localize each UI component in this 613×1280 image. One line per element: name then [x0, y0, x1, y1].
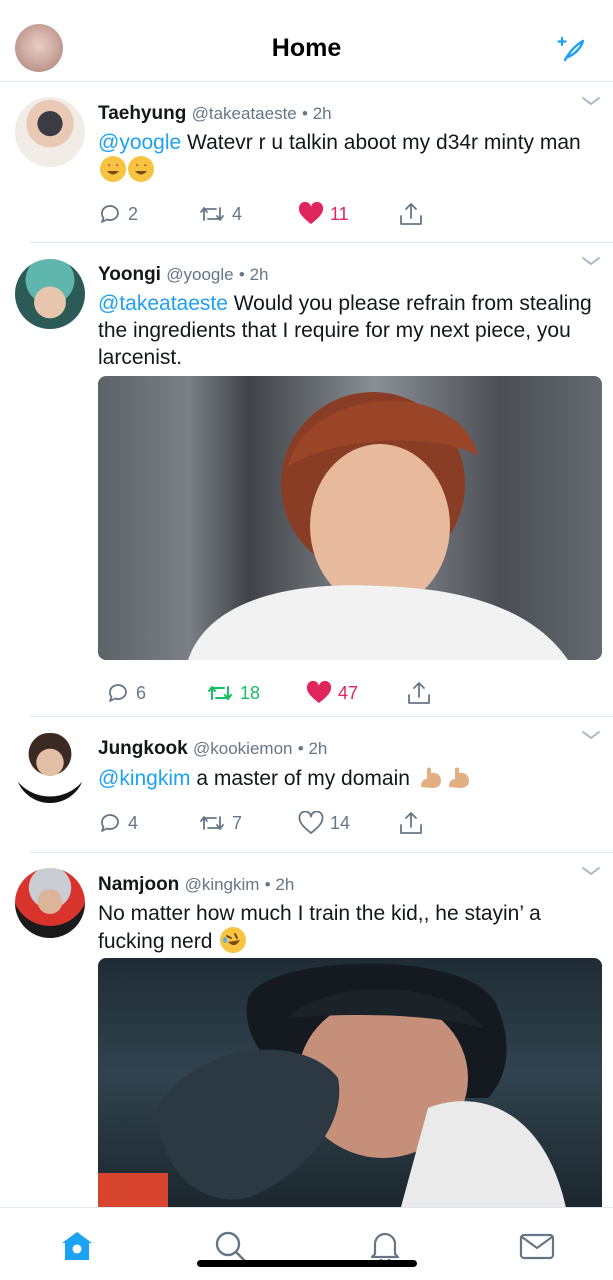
username: @kookiemon [193, 739, 293, 758]
reply-count: 4 [128, 812, 139, 833]
tweet-text: @takeataeste Would you please refrain fr… [98, 290, 598, 371]
username: @takeataeste [191, 104, 297, 123]
timestamp: • 2h [238, 265, 269, 284]
retweet-count: 4 [232, 203, 243, 224]
flexed-biceps-icon [446, 764, 472, 790]
share-button[interactable] [406, 678, 432, 708]
display-name[interactable]: Yoongi [98, 264, 161, 285]
reply-count: 2 [128, 203, 139, 224]
like-count: 47 [338, 682, 359, 703]
tweet[interactable]: Yoongi @yoogle • 2h @takeataeste Would y… [0, 243, 613, 717]
compose-tweet-icon[interactable] [556, 34, 588, 66]
retweet-icon [208, 686, 232, 700]
timestamp: • 2h [302, 104, 332, 123]
like-count: 11 [330, 203, 349, 224]
heart-filled-icon [306, 681, 332, 703]
timestamp: • 2h [264, 875, 295, 894]
top-bar: Home [0, 0, 613, 82]
reply-button[interactable]: 4 [98, 808, 138, 838]
chevron-down-icon[interactable] [581, 255, 601, 267]
reply-icon [101, 205, 119, 223]
share-icon [408, 682, 430, 704]
tweet-actions: 6 18 47 [106, 678, 446, 708]
avatar[interactable] [15, 733, 85, 803]
tweet-body: a master of my domain [190, 767, 410, 790]
avatar[interactable] [15, 259, 85, 329]
retweet-button[interactable]: 4 [198, 199, 242, 229]
photo-illustration [188, 392, 568, 660]
tweet-header: Yoongi @yoogle • 2h [98, 264, 268, 286]
retweet-count: 7 [232, 812, 243, 833]
chevron-down-icon[interactable] [581, 95, 601, 107]
tweet-header: Taehyung @takeataeste • 2h [98, 103, 332, 125]
timestamp: • 2h [297, 739, 328, 758]
star-struck-icon [128, 156, 154, 182]
page-title: Home [271, 34, 342, 62]
like-button[interactable]: 14 [298, 808, 350, 838]
chevron-down-icon[interactable] [581, 729, 601, 741]
display-name[interactable]: Namjoon [98, 874, 179, 895]
tweet-header: Jungkook @kookiemon • 2h [98, 738, 327, 760]
tweet[interactable]: Namjoon @kingkim • 2h No matter how much… [0, 853, 613, 1207]
share-icon [400, 203, 422, 225]
share-button[interactable] [398, 808, 424, 838]
tweet-actions: 4 7 14 [98, 808, 438, 838]
like-button[interactable]: 47 [306, 678, 358, 708]
flexed-biceps-icon [418, 764, 444, 790]
tweet-image[interactable] [98, 958, 602, 1207]
retweet-count: 18 [240, 682, 261, 703]
tweet[interactable]: Taehyung @takeataeste • 2h @yoogle Watev… [0, 83, 613, 243]
avatar[interactable] [15, 97, 85, 167]
retweet-icon [200, 207, 224, 221]
photo-illustration [98, 963, 566, 1207]
tweet-image[interactable] [98, 376, 602, 660]
reply-icon [109, 684, 127, 702]
tweet-text: No matter how much I train the kid,, he … [98, 900, 598, 955]
reply-button[interactable]: 6 [106, 678, 146, 708]
tweet-actions: 2 4 11 [98, 199, 438, 229]
share-button[interactable] [398, 199, 424, 229]
star-struck-icon [100, 156, 126, 182]
tweet-body: No matter how much I train the kid,, he … [98, 902, 541, 953]
rolling-on-floor-laughing-icon [220, 927, 247, 953]
chevron-down-icon[interactable] [581, 865, 601, 877]
tweet-text: @kingkim a master of my domain [98, 764, 598, 792]
home-icon[interactable] [57, 1226, 97, 1266]
avatar[interactable] [15, 868, 85, 938]
mention-link[interactable]: @yoogle [98, 131, 181, 154]
like-count: 14 [330, 812, 351, 833]
display-name[interactable]: Taehyung [98, 103, 186, 124]
mention-link[interactable]: @takeataeste [98, 292, 228, 315]
home-indicator [197, 1260, 417, 1267]
username: @kingkim [184, 875, 260, 894]
like-button[interactable]: 11 [298, 199, 349, 229]
reply-count: 6 [136, 682, 147, 703]
share-icon [400, 812, 422, 834]
username: @yoogle [166, 265, 234, 284]
tweet-text: @yoogle Watevr r u talkin aboot my d34r … [98, 129, 598, 184]
tweet-header: Namjoon @kingkim • 2h [98, 874, 294, 896]
tweet-body: Watevr r u talkin aboot my d34r minty ma… [181, 131, 581, 154]
heart-filled-icon [298, 202, 324, 224]
retweet-button[interactable]: 18 [206, 678, 260, 708]
bottom-tab-bar [0, 1207, 613, 1280]
messages-icon[interactable] [517, 1226, 557, 1266]
mention-link[interactable]: @kingkim [98, 767, 191, 790]
reply-icon [101, 814, 119, 832]
retweet-button[interactable]: 7 [198, 808, 242, 838]
retweet-icon [200, 816, 224, 830]
tweet[interactable]: Jungkook @kookiemon • 2h @kingkim a mast… [0, 717, 613, 853]
reply-button[interactable]: 2 [98, 199, 138, 229]
heart-outline-icon [298, 811, 324, 834]
display-name[interactable]: Jungkook [98, 738, 188, 759]
